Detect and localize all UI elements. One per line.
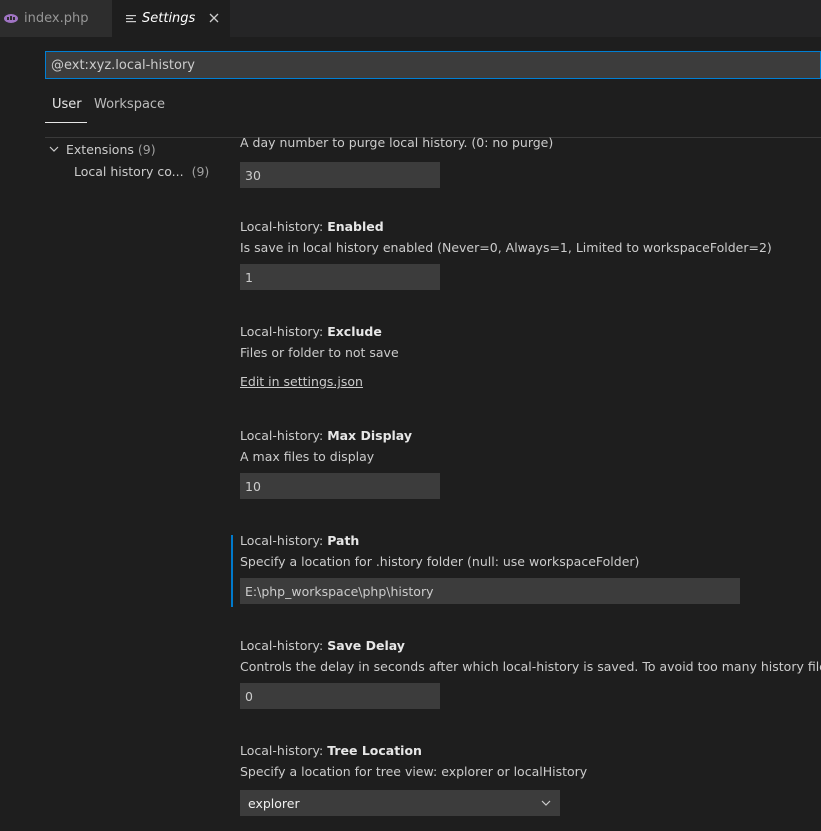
setting-name: Max Display: [327, 428, 413, 443]
setting-title: Local-history: Path: [240, 532, 740, 550]
chevron-down-icon: [541, 800, 551, 806]
setting-name: Enabled: [327, 219, 384, 234]
setting-tree-location: Local-history: Tree Location Specify a l…: [240, 742, 587, 781]
setting-title: Local-history: Save Delay: [240, 637, 821, 655]
edit-in-settings-json-link[interactable]: Edit in settings.json: [240, 374, 363, 389]
active-tab-indicator: [45, 122, 87, 123]
setting-title: Local-history: Enabled: [240, 218, 772, 236]
setting-name: Path: [327, 533, 360, 548]
setting-enabled: Local-history: Enabled Is save in local …: [240, 218, 772, 290]
tab-index-label: index.php: [24, 11, 89, 26]
setting-description: Specify a location for .history folder (…: [240, 554, 640, 569]
toc-local-history-label: Local history co...: [74, 163, 184, 179]
setting-description: Controls the delay in seconds after whic…: [240, 659, 821, 674]
settings-lines-icon: [126, 14, 136, 22]
setting-title: Local-history: Max Display: [240, 427, 440, 445]
setting-description: Files or folder to not save: [240, 345, 399, 360]
setting-description: Is save in local history enabled (Never=…: [240, 240, 772, 255]
setting-title: Local-history: Tree Location: [240, 742, 587, 760]
day-purge-input[interactable]: [240, 162, 440, 188]
setting-save-delay: Local-history: Save Delay Controls the d…: [240, 637, 821, 709]
max-display-input[interactable]: [240, 473, 440, 499]
path-input[interactable]: [240, 578, 740, 604]
setting-exclude: Local-history: Exclude Files or folder t…: [240, 323, 399, 390]
toc-extensions-count: (9): [137, 141, 156, 157]
scope-tab-workspace[interactable]: Workspace: [94, 97, 165, 119]
setting-category: Local-history:: [240, 533, 328, 548]
toc-extensions-label: Extensions: [66, 141, 134, 157]
close-icon[interactable]: [206, 10, 222, 26]
scope-tab-user[interactable]: User: [52, 97, 82, 119]
setting-category: Local-history:: [240, 219, 328, 234]
setting-path: Local-history: Path Specify a location f…: [240, 532, 740, 604]
setting-category: Local-history:: [240, 743, 328, 758]
setting-description: A day number to purge local history. (0:…: [240, 135, 554, 150]
tree-location-value: explorer: [248, 795, 300, 811]
tab-settings[interactable]: Settings: [112, 0, 230, 37]
settings-search-input[interactable]: [45, 51, 821, 79]
focus-indicator: [231, 535, 233, 607]
setting-description: Specify a location for tree view: explor…: [240, 764, 588, 779]
setting-day-purge: A day number to purge local history. (0:…: [240, 134, 553, 188]
toc-local-history-count: (9): [191, 163, 210, 179]
tree-location-select[interactable]: explorer: [240, 790, 560, 816]
save-delay-input[interactable]: [240, 683, 440, 709]
setting-name: Save Delay: [327, 638, 405, 653]
setting-category: Local-history:: [240, 638, 328, 653]
tab-settings-label: Settings: [142, 11, 196, 26]
setting-category: Local-history:: [240, 428, 328, 443]
setting-title: Local-history: Exclude: [240, 323, 399, 341]
tab-index-php[interactable]: index.php: [0, 0, 112, 37]
php-icon: [4, 14, 18, 23]
tab-bar: index.php Settings: [0, 0, 821, 37]
setting-name: Exclude: [327, 324, 382, 339]
toc-local-history[interactable]: Local history co... (9): [74, 162, 209, 180]
setting-max-display: Local-history: Max Display A max files t…: [240, 427, 440, 499]
setting-description: A max files to display: [240, 449, 375, 464]
chevron-down-icon: [49, 146, 59, 152]
enabled-input[interactable]: [240, 264, 440, 290]
setting-category: Local-history:: [240, 324, 328, 339]
setting-name: Tree Location: [327, 743, 422, 758]
toc-extensions[interactable]: Extensions (9): [48, 140, 156, 158]
